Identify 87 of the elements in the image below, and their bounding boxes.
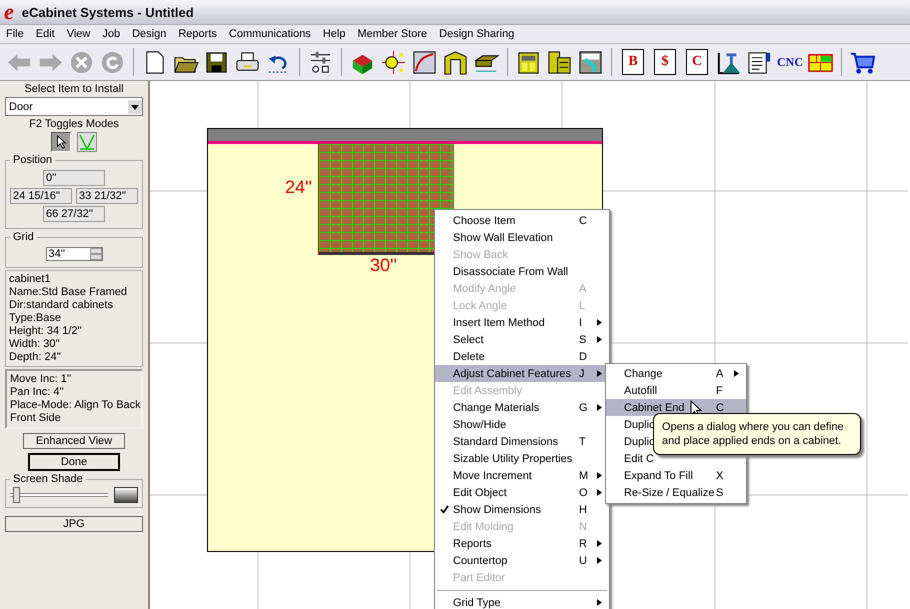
menu-item[interactable]: Edit — [30, 28, 61, 40]
draw-mode-button[interactable] — [77, 132, 97, 152]
door-frame-icon[interactable] — [442, 48, 469, 76]
menu-item[interactable]: Delete D — [435, 348, 609, 365]
group-title: Grid — [12, 231, 35, 243]
menu-item[interactable]: Countertop U — [435, 552, 609, 569]
enhanced-view-button[interactable]: Enhanced View — [23, 433, 125, 449]
submenu-arrow-icon — [597, 370, 602, 376]
settings-line: Front Side — [10, 412, 62, 425]
menu-item[interactable]: Job — [96, 28, 126, 40]
info-line: Name:Std Base Framed — [9, 286, 128, 299]
submenu-arrow-icon — [734, 370, 739, 376]
window-title: eCabinet Systems - Untitled — [22, 4, 194, 20]
report-document-button[interactable]: $ — [654, 49, 676, 75]
done-button[interactable]: Done — [28, 453, 120, 471]
node-icon[interactable] — [380, 48, 407, 76]
menu-item[interactable]: Show Wall Elevation — [435, 229, 609, 246]
submenu-arrow-icon — [597, 488, 602, 496]
menu-item[interactable]: Communications — [222, 28, 317, 40]
menu-item[interactable]: Design — [126, 28, 172, 40]
tooltip: Opens a dialog where you can define and place applied ends on a cabinet. — [653, 413, 861, 455]
settings-line: Place-Mode: Align To Back — [10, 399, 138, 412]
position-field: 66 27/32'' — [43, 206, 105, 222]
submenu-arrow-icon — [597, 336, 602, 342]
menu-item[interactable]: Change Materials G — [435, 399, 609, 416]
submenu-arrow-icon — [597, 540, 602, 546]
submenu-arrow-icon — [597, 318, 602, 326]
group-title: Position — [12, 154, 54, 166]
group-title: Screen Shade — [12, 473, 84, 485]
menu-item[interactable]: Member Store — [351, 28, 434, 40]
report-document-button[interactable]: B — [622, 49, 644, 75]
draw-line-icon — [79, 134, 95, 150]
menu-item[interactable]: File — [0, 28, 30, 40]
menu-item[interactable]: Autofill F — [606, 382, 746, 399]
submenu-arrow-icon — [597, 404, 602, 410]
menu-item[interactable]: Reports R — [435, 535, 609, 552]
menu-item[interactable]: Sizable Utility Properties — [435, 450, 609, 467]
menu-item[interactable]: Insert Item Method I — [435, 314, 609, 331]
position-field: 0'' — [43, 170, 105, 186]
modes-label: F2 Toggles Modes — [28, 118, 120, 130]
pointer-icon — [54, 135, 68, 149]
app-logo: e — [4, 2, 14, 22]
position-field: 33 21/32'' — [76, 188, 138, 204]
floor-plan-icon[interactable] — [577, 48, 604, 76]
info-line: Type:Base — [9, 312, 62, 325]
menu-item[interactable]: Reports — [172, 28, 223, 40]
settings-line: Move Inc: 1'' — [10, 373, 72, 386]
pointer-mode-button[interactable] — [51, 132, 71, 152]
menu-item[interactable]: View — [60, 28, 96, 40]
dimension-label: 24'' — [285, 177, 312, 198]
position-field: 24 15/16'' — [10, 188, 72, 204]
menu-item[interactable]: Edit Object O — [435, 484, 609, 501]
info-line: Dir:standard cabinets — [9, 299, 114, 312]
report-document-button[interactable]: C — [686, 49, 708, 75]
menu-item[interactable]: Choose Item C — [435, 212, 609, 229]
menu-item[interactable]: Select S — [435, 331, 609, 348]
submenu-arrow-icon — [597, 556, 602, 564]
menu-item[interactable]: Change A — [606, 365, 746, 382]
install-label: Select Item to Install — [23, 83, 125, 95]
drawers-icon[interactable] — [546, 48, 573, 76]
info-line: Height: 34 1/2'' — [9, 325, 83, 338]
settings-line: Pan Inc: 4'' — [10, 386, 65, 399]
cnc-button[interactable]: CNC — [777, 54, 803, 70]
dimension-label: 30'' — [370, 255, 397, 276]
submenu-arrow-icon — [597, 598, 602, 606]
menu-item[interactable]: Standard Dimensions T — [435, 433, 609, 450]
menu-item[interactable]: Re-Size / Equalize S — [606, 484, 746, 501]
menu-item[interactable]: Disassociate From Wall — [435, 263, 609, 280]
check-icon — [440, 505, 448, 514]
menu-item[interactable]: Design Sharing — [433, 28, 520, 40]
info-line: Depth: 24'' — [9, 351, 62, 364]
cabinet[interactable] — [318, 144, 454, 255]
jpg-button[interactable]: JPG — [5, 516, 143, 532]
shade-swatch[interactable] — [114, 487, 138, 503]
menu-item[interactable]: Expand To Fill X — [606, 467, 746, 484]
menu-item[interactable]: Help — [316, 28, 352, 40]
menu-item[interactable]: Show/Hide — [435, 416, 609, 433]
menu-item[interactable]: Move Increment M — [435, 467, 609, 484]
submenu-arrow-icon — [597, 472, 602, 478]
item-dropdown[interactable]: Door — [5, 97, 143, 116]
slider-thumb[interactable] — [12, 487, 20, 503]
menu-item[interactable]: Grid Type — [435, 594, 609, 609]
info-line: cabinet1 — [9, 273, 52, 286]
grid-spinner[interactable]: 34'' — [46, 247, 102, 261]
menu-item[interactable]: Show Dimensions H — [435, 501, 609, 518]
molding-icon[interactable] — [411, 48, 438, 76]
info-line: Width: 30'' — [9, 338, 61, 351]
